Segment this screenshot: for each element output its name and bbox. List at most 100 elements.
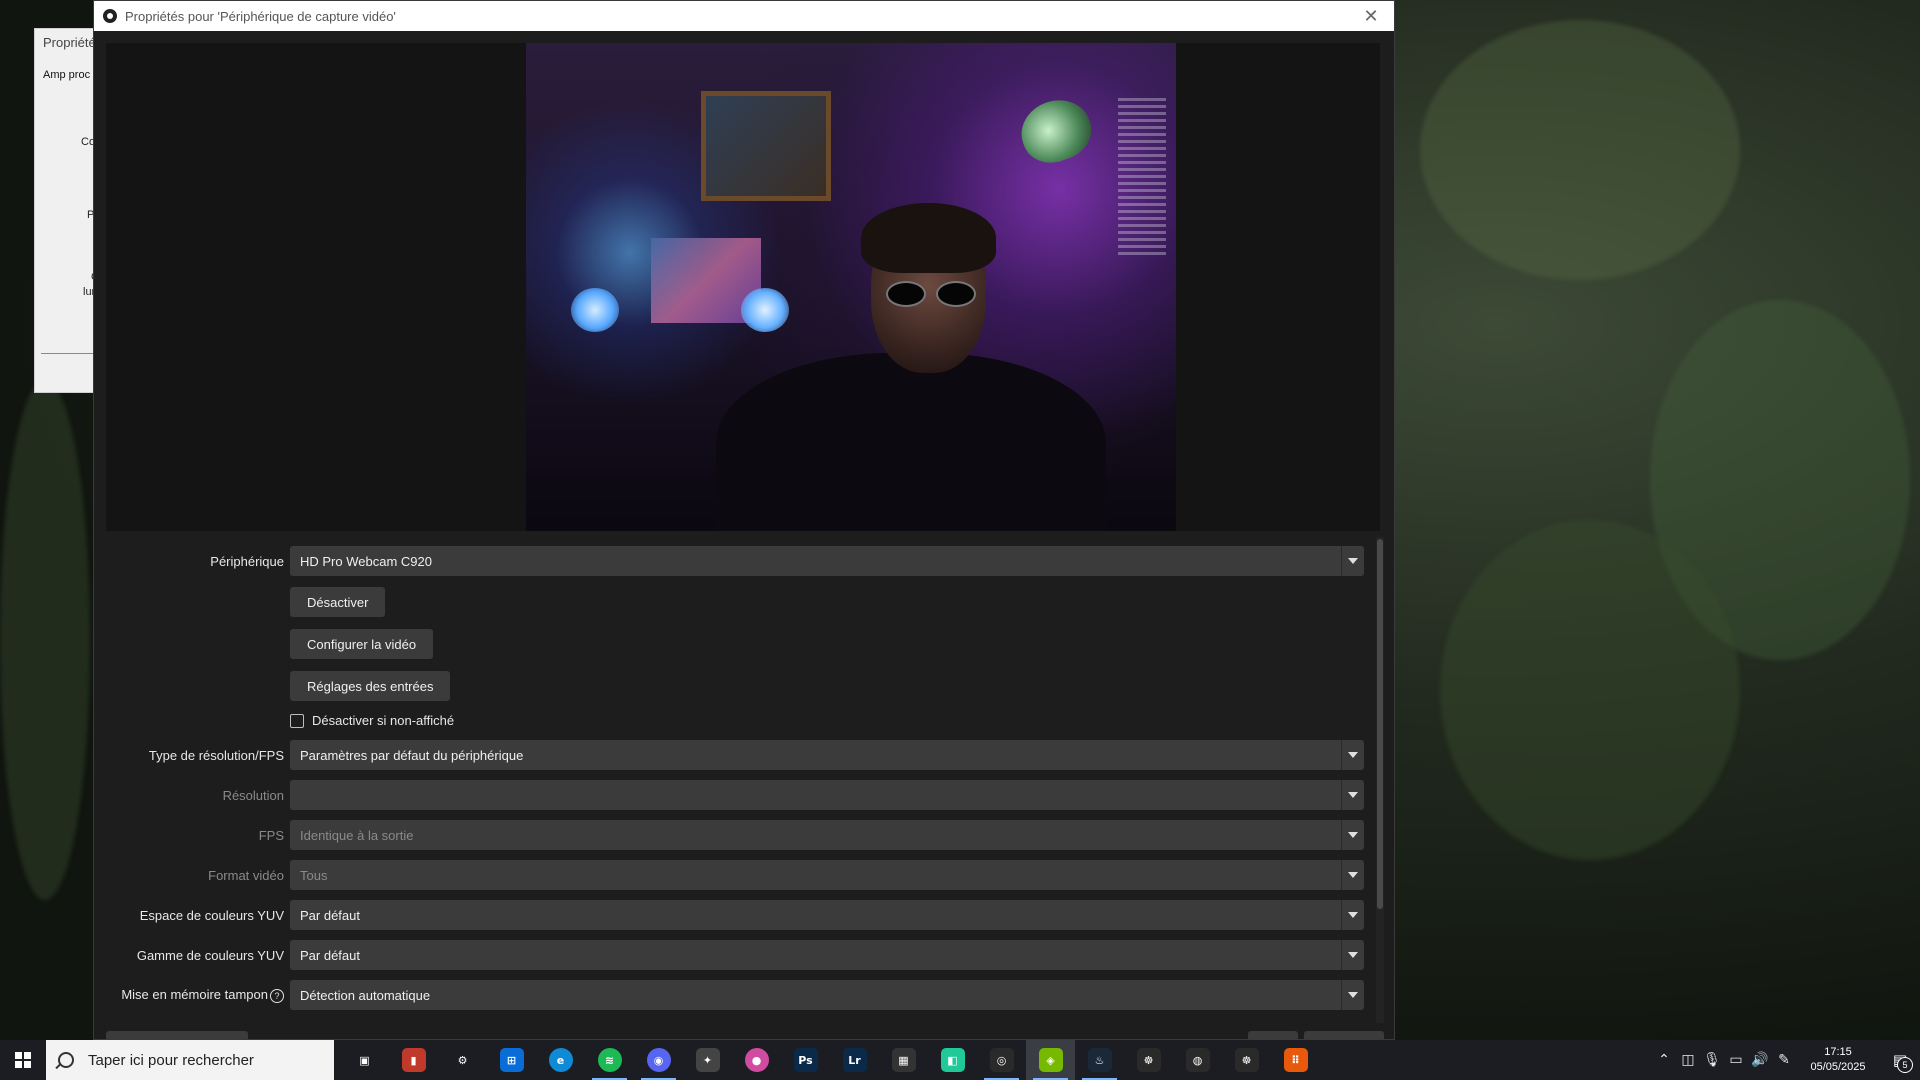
painting-frame: [701, 91, 831, 201]
chevron-down-icon[interactable]: [1341, 860, 1364, 890]
deactivate-hidden-checkbox[interactable]: [290, 713, 304, 728]
razer-icon: ☸: [1136, 1048, 1161, 1072]
notification-icon[interactable]: ▤ 5: [1880, 1040, 1920, 1080]
razer-synapse-icon: ☸: [1234, 1048, 1259, 1072]
taskbar-app-task-view[interactable]: ▣: [340, 1040, 389, 1080]
yuv-color-range-select[interactable]: Par défaut: [290, 940, 1364, 970]
fps-label: FPS: [258, 828, 284, 843]
blue-light: [741, 288, 789, 332]
taskbar-app-orange-app[interactable]: ⠿: [1271, 1040, 1320, 1080]
resolution-fps-type-value: Paramètres par défaut du périphérique: [300, 747, 524, 763]
webcam-icon[interactable]: ◫: [1676, 1040, 1700, 1080]
taskbar-app-steam[interactable]: ♨: [1075, 1040, 1124, 1080]
yuv-color-range-label: Gamme de couleurs YUV: [136, 948, 284, 963]
resolution-label: Résolution: [222, 788, 284, 803]
pen-icon[interactable]: ✎: [1772, 1040, 1796, 1080]
device-value: HD Pro Webcam C920: [300, 553, 432, 569]
pinned-apps: ▣ ▮ ⚙ ⊞ e ≋ ◉ ✦ ● Ps Lr ▦ ◧ ◎ ◈ ♨ ☸ ◍ ☸ ⠿: [340, 1040, 1320, 1080]
taskbar-app-media-app[interactable]: ▮: [389, 1040, 438, 1080]
blue-light: [571, 288, 619, 332]
taskbar-app-razer[interactable]: ☸: [1124, 1040, 1173, 1080]
steam-icon: ♨: [1087, 1048, 1112, 1072]
settings-icon: ⚙: [450, 1048, 475, 1072]
volume-icon[interactable]: 🔊: [1748, 1040, 1772, 1080]
resolution-fps-type-label: Type de résolution/FPS: [148, 748, 284, 763]
notification-badge: 5: [1897, 1057, 1913, 1073]
buffering-select[interactable]: Détection automatique: [290, 980, 1364, 1010]
ok-button[interactable]: [1248, 1031, 1298, 1039]
taskbar-search[interactable]: Taper ici pour rechercher: [46, 1040, 334, 1080]
taskbar-app-davinci[interactable]: ✦: [683, 1040, 732, 1080]
taskbar-app-store[interactable]: ⊞: [487, 1040, 536, 1080]
lightroom-icon: Lr: [842, 1048, 867, 1072]
close-icon[interactable]: ✕: [1348, 1, 1394, 31]
chevron-down-icon[interactable]: [1341, 900, 1364, 930]
clock[interactable]: 17:15 05/05/2025: [1796, 1045, 1880, 1075]
microphone-icon[interactable]: 🎙: [1700, 1040, 1724, 1080]
yuv-color-space-select[interactable]: Par défaut: [290, 900, 1364, 930]
buffering-value: Détection automatique: [300, 987, 431, 1003]
taskbar-app-obs[interactable]: ◎: [977, 1040, 1026, 1080]
configure-video-button[interactable]: Configurer la vidéo: [290, 629, 434, 659]
person-hair: [861, 203, 996, 273]
taskbar-app-keyboard-app[interactable]: ▦: [879, 1040, 928, 1080]
obs-icon: [103, 9, 117, 23]
deactivate-button[interactable]: Désactiver: [290, 587, 386, 617]
resolution-select[interactable]: [290, 780, 1364, 810]
person-body: [716, 353, 1106, 531]
chevron-down-icon[interactable]: [1341, 940, 1364, 970]
taskbar-app-discord[interactable]: ◉: [634, 1040, 683, 1080]
clock-date: 05/05/2025: [1810, 1061, 1866, 1073]
taskbar-app-razer-synapse[interactable]: ☸: [1222, 1040, 1271, 1080]
taskbar: Taper ici pour rechercher ▣ ▮ ⚙ ⊞ e ≋ ◉ ✦ ● Ps Lr ▦…: [0, 1040, 1920, 1080]
chevron-down-icon[interactable]: [1341, 546, 1364, 576]
taskbar-app-color-app[interactable]: ●: [732, 1040, 781, 1080]
search-placeholder: Taper ici pour rechercher: [88, 1051, 254, 1069]
start-button[interactable]: [0, 1040, 46, 1080]
input-settings-button[interactable]: Réglages des entrées: [290, 671, 451, 701]
video-format-value: Tous: [300, 867, 328, 883]
device-select[interactable]: HD Pro Webcam C920: [290, 546, 1364, 576]
chevron-down-icon[interactable]: [1341, 980, 1364, 1010]
taskbar-app-ring-app[interactable]: ◍: [1173, 1040, 1222, 1080]
video-format-label: Format vidéo: [208, 868, 284, 883]
fps-select[interactable]: Identique à la sortie: [290, 820, 1364, 850]
chevron-down-icon[interactable]: [1341, 780, 1364, 810]
chevron-up-icon[interactable]: ⌃: [1652, 1040, 1676, 1080]
ring-app-icon: ◍: [1185, 1048, 1210, 1072]
resolution-fps-type-select[interactable]: Paramètres par défaut du périphérique: [290, 740, 1364, 770]
properties-scrollbar[interactable]: [1376, 537, 1384, 1023]
obs-icon: ◎: [989, 1048, 1014, 1072]
dialog-titlebar[interactable]: Propriétés pour 'Périphérique de capture…: [94, 1, 1394, 31]
keyboard-app-icon: ▦: [891, 1048, 916, 1072]
device-label: Périphérique: [210, 554, 284, 569]
background-window-tab[interactable]: Amp proc: [43, 69, 90, 81]
davinci-icon: ✦: [695, 1048, 720, 1072]
fps-value: Identique à la sortie: [300, 827, 414, 843]
cancel-button[interactable]: [1304, 1031, 1384, 1039]
webcam-preview: [526, 43, 1176, 531]
dialog-title: Propriétés pour 'Périphérique de capture…: [125, 8, 396, 24]
network-icon[interactable]: ▭: [1724, 1040, 1748, 1080]
task-view-icon: ▣: [352, 1048, 377, 1072]
spotify-icon: ≋: [597, 1048, 622, 1072]
taskbar-app-android-app[interactable]: ◧: [928, 1040, 977, 1080]
video-preview-area: [106, 43, 1380, 531]
properties-panel: Périphérique HD Pro Webcam C920 Désactiv…: [94, 535, 1384, 1025]
help-icon[interactable]: ?: [270, 989, 284, 1003]
taskbar-app-spotify[interactable]: ≋: [585, 1040, 634, 1080]
taskbar-app-settings[interactable]: ⚙: [438, 1040, 487, 1080]
taskbar-app-lightroom[interactable]: Lr: [830, 1040, 879, 1080]
scrollbar-thumb[interactable]: [1377, 539, 1383, 909]
color-app-icon: ●: [744, 1048, 769, 1072]
taskbar-app-nvidia[interactable]: ◈: [1026, 1040, 1075, 1080]
video-format-select[interactable]: Tous: [290, 860, 1364, 890]
deactivate-hidden-option[interactable]: Désactiver si non-affiché: [290, 713, 454, 728]
taskbar-app-edge[interactable]: e: [536, 1040, 585, 1080]
taskbar-app-photoshop[interactable]: Ps: [781, 1040, 830, 1080]
defaults-button[interactable]: [106, 1031, 248, 1039]
chevron-down-icon[interactable]: [1341, 820, 1364, 850]
chevron-down-icon[interactable]: [1341, 740, 1364, 770]
desk-lamp: [1012, 90, 1100, 172]
yuv-color-space-value: Par défaut: [300, 907, 360, 923]
